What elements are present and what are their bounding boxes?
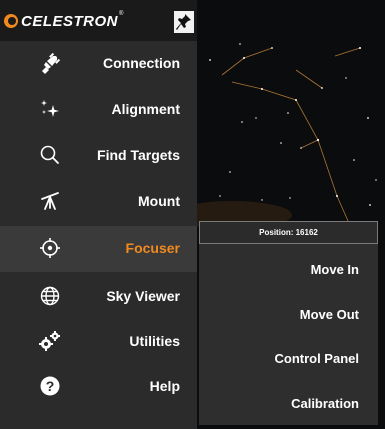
menu-item-sky-viewer[interactable]: Sky Viewer	[0, 274, 197, 320]
question-icon: ?	[40, 376, 60, 396]
logo-bar: CELESTRON ®	[0, 0, 197, 41]
celestron-logo: CELESTRON ®	[4, 11, 123, 31]
plug-icon	[42, 52, 61, 74]
trademark-symbol: ®	[119, 11, 124, 17]
menu-label-find-targets: Find Targets	[97, 147, 180, 163]
svg-text:?: ?	[46, 378, 55, 394]
pin-sidebar-button[interactable]	[174, 11, 194, 33]
calibration-button[interactable]: Calibration	[291, 396, 359, 411]
focus-target-icon	[40, 238, 60, 258]
menu-label-sky-viewer: Sky Viewer	[106, 288, 180, 304]
search-icon	[40, 145, 59, 164]
menu-label-mount: Mount	[138, 193, 180, 209]
control-panel-button[interactable]: Control Panel	[274, 351, 359, 366]
menu-label-alignment: Alignment	[111, 101, 180, 117]
menu-item-alignment[interactable]: Alignment	[0, 87, 197, 133]
menu-item-utilities[interactable]: Utilities	[0, 319, 197, 365]
menu-item-focuser[interactable]: Focuser	[0, 226, 197, 272]
menu-item-mount[interactable]: Mount	[0, 179, 197, 225]
menu-label-utilities: Utilities	[129, 333, 180, 349]
sparkle-stars-icon	[41, 100, 59, 117]
menu-label-focuser: Focuser	[125, 240, 180, 256]
menu-item-find-targets[interactable]: Find Targets	[0, 133, 197, 179]
brand-name: CELESTRON	[21, 12, 119, 30]
move-out-button[interactable]: Move Out	[300, 307, 359, 322]
gears-icon	[39, 331, 60, 351]
globe-icon	[40, 286, 60, 306]
celestron-logo-mark	[4, 14, 18, 28]
pin-icon	[176, 14, 191, 30]
focuser-position-readout: Position: 16162	[199, 221, 378, 244]
menu-label-connection: Connection	[103, 55, 180, 71]
focuser-submenu: Position: 16162 Move In Move Out Control…	[199, 221, 378, 425]
menu-item-connection[interactable]: Connection	[0, 41, 197, 87]
menu-label-help: Help	[149, 378, 180, 394]
telescope-icon	[41, 192, 59, 210]
sidebar: CELESTRON ® Connection Alignment Find Ta…	[0, 0, 197, 429]
menu-item-help[interactable]: ? Help	[0, 364, 197, 410]
move-in-button[interactable]: Move In	[311, 262, 359, 277]
